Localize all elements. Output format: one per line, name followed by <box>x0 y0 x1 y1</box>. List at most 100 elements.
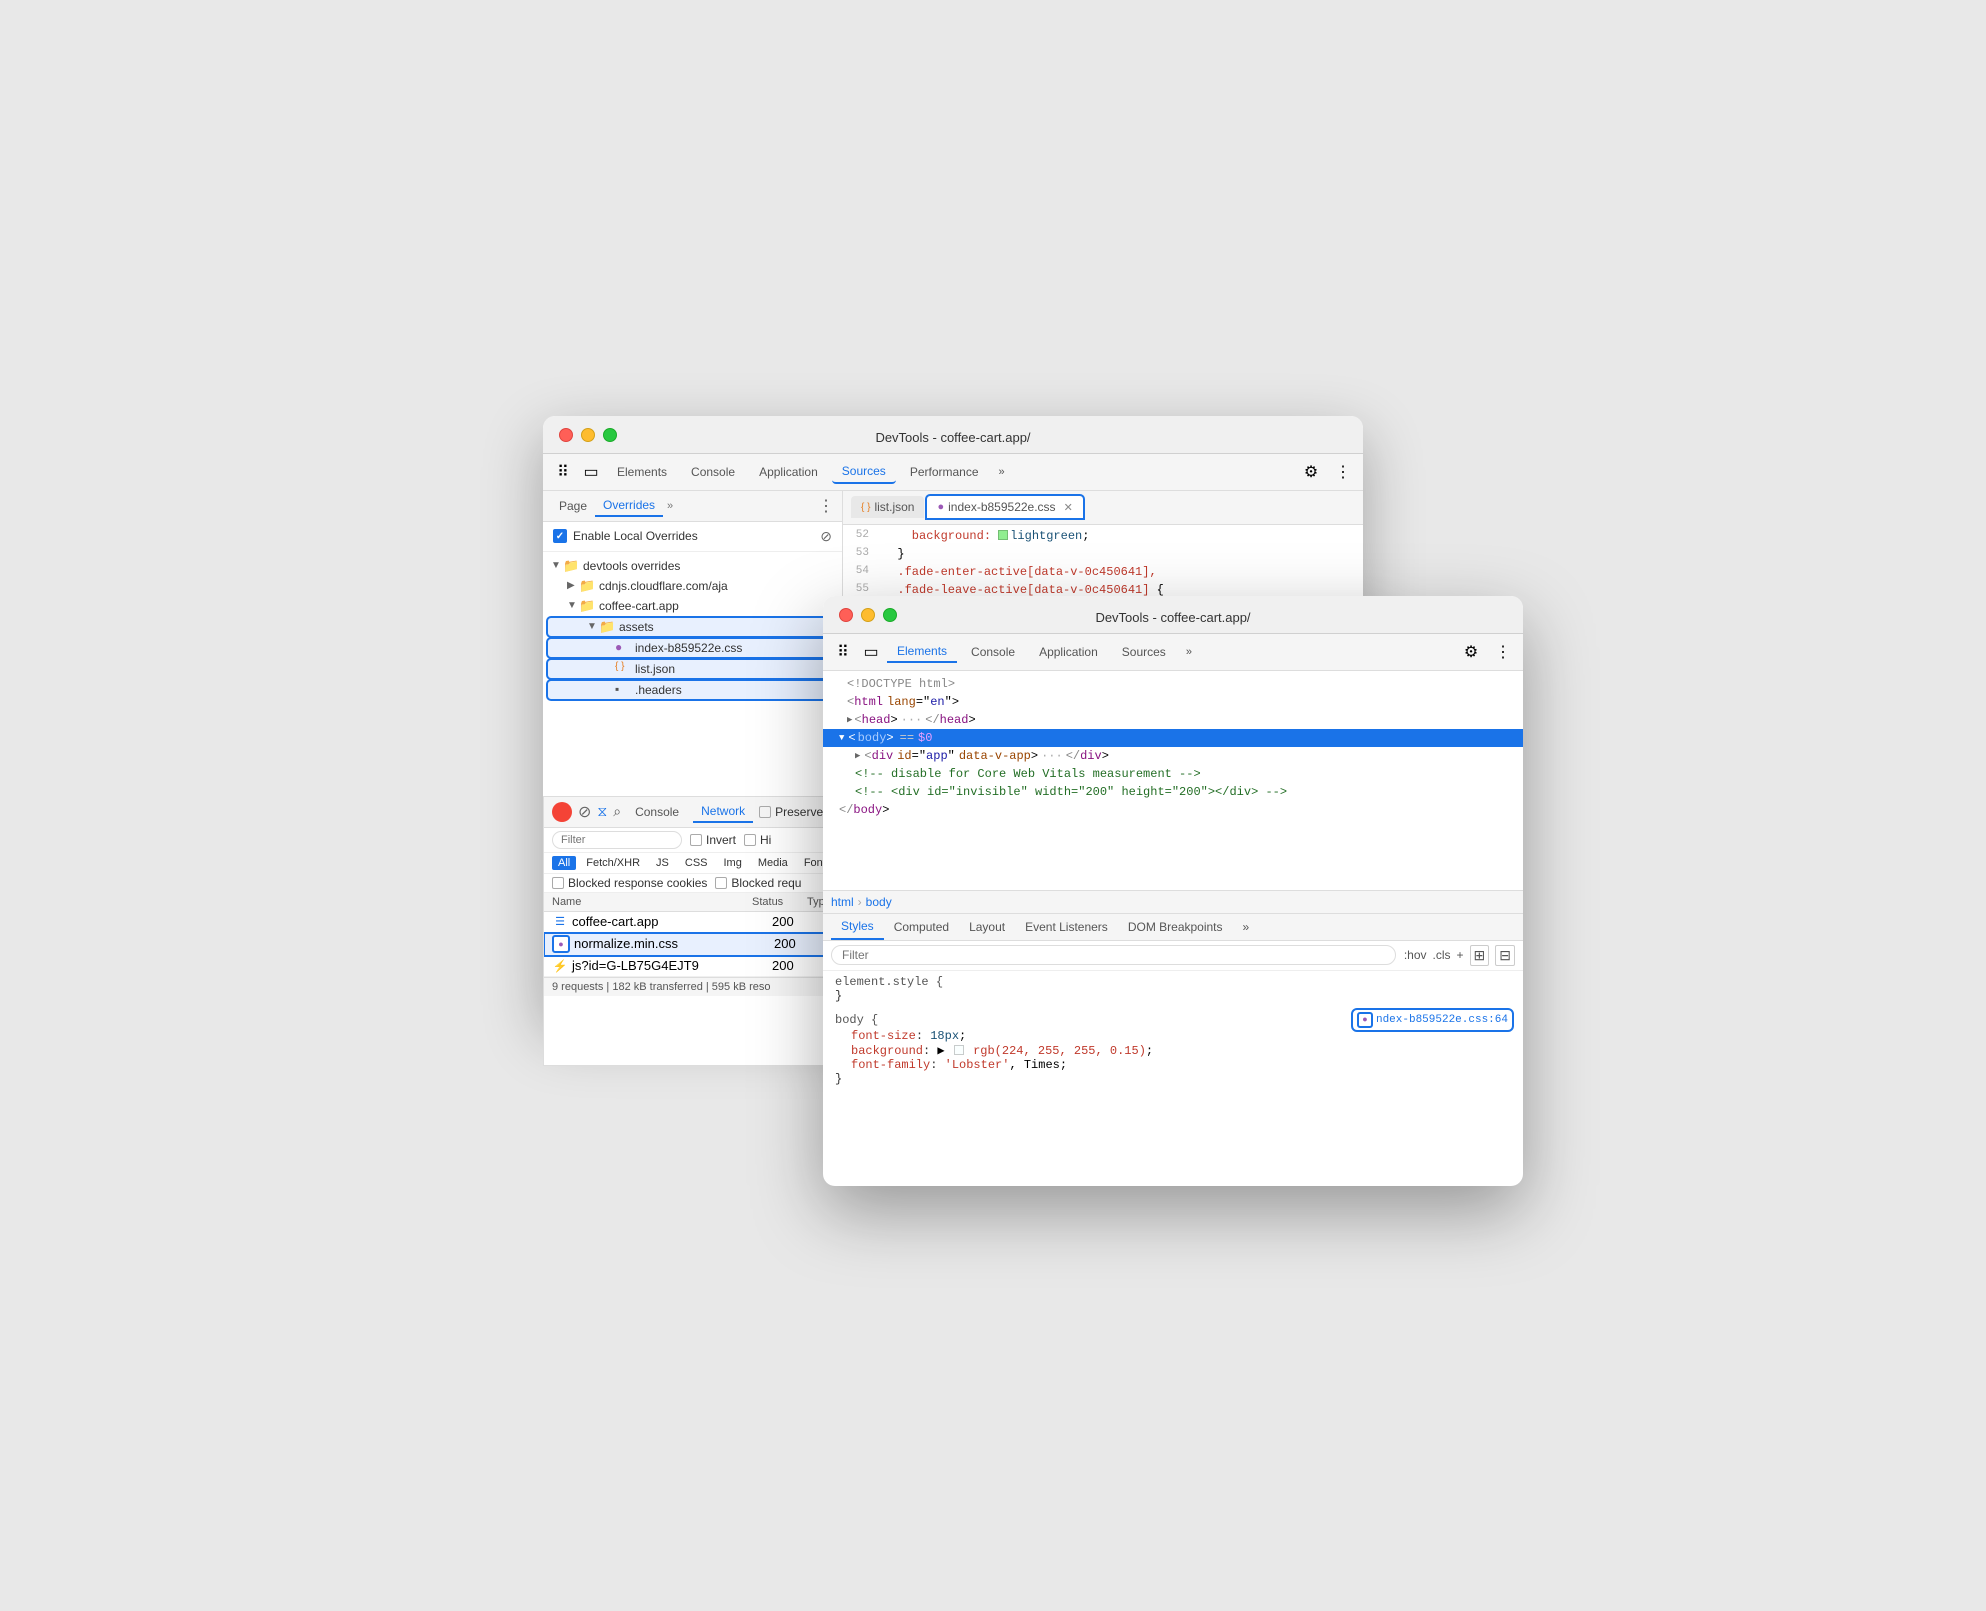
tree-item-headers[interactable]: ▶ ▪ .headers <box>547 680 838 700</box>
sidebar-more-btn[interactable]: » <box>667 500 673 512</box>
styles-tab-computed[interactable]: Computed <box>884 915 959 939</box>
tree-item-devtools-overrides[interactable]: ▼ 📁 devtools overrides <box>543 556 842 576</box>
filter-img[interactable]: Img <box>718 856 748 870</box>
tree-item-cdnjs[interactable]: ▶ 📁 cdnjs.cloudflare.com/aja <box>543 576 842 596</box>
tab-network[interactable]: Network <box>693 801 753 823</box>
clear-button[interactable]: ⊘ <box>578 802 591 822</box>
enable-overrides-checkbox[interactable]: ✓ <box>553 529 567 543</box>
filter-css[interactable]: CSS <box>679 856 714 870</box>
blocked-cookies-cb[interactable] <box>552 877 564 889</box>
tab-console-front[interactable]: Console <box>961 642 1025 662</box>
tree-label-json: list.json <box>635 662 830 676</box>
filter-input[interactable] <box>552 831 682 849</box>
styles-tab-layout[interactable]: Layout <box>959 915 1015 939</box>
tab-elements[interactable]: Elements <box>607 461 677 483</box>
no-entry-icon[interactable]: ⊘ <box>820 528 832 545</box>
styles-tab-events[interactable]: Event Listeners <box>1015 915 1118 939</box>
tab-sources-front[interactable]: Sources <box>1112 642 1176 662</box>
filter-icon[interactable]: ⧖ <box>597 803 607 820</box>
front-inspect-icon[interactable]: ⠿ <box>831 640 855 664</box>
dom-body-close[interactable]: </body> <box>823 801 1523 819</box>
front-more-tabs[interactable]: » <box>1180 644 1198 660</box>
minimize-button[interactable] <box>581 428 595 442</box>
tree-item-css[interactable]: ▶ ● index-b859522e.css <box>547 638 838 658</box>
blocked-cookies-label: Blocked response cookies <box>568 876 707 890</box>
row-name-js: js?id=G-LB75G4EJT9 <box>572 958 772 973</box>
front-close-button[interactable] <box>839 608 853 622</box>
filter-fetchxhr[interactable]: Fetch/XHR <box>580 856 646 870</box>
new-style-rule-btn[interactable]: ⊞ <box>1470 945 1490 966</box>
invert-row: Invert <box>690 833 736 847</box>
body-style-rule: body { ● ndex-b859522e.css:64 font-size:… <box>823 1007 1523 1090</box>
plain-file-icon: ▪ <box>615 682 631 698</box>
hov-btn[interactable]: :hov <box>1404 948 1427 962</box>
source-tab-json[interactable]: { } list.json <box>851 496 924 518</box>
record-button[interactable] <box>552 802 572 822</box>
blocked-req-cb[interactable] <box>715 877 727 889</box>
front-more-menu-icon[interactable]: ⋮ <box>1491 640 1515 664</box>
inspect-icon[interactable]: ⠿ <box>551 460 575 484</box>
breadcrumb-html[interactable]: html <box>831 895 854 909</box>
close-tab-icon[interactable]: ✕ <box>1064 501 1073 514</box>
search-icon[interactable]: ⌕ <box>613 803 621 820</box>
styles-tab-more[interactable]: » <box>1233 915 1260 939</box>
breadcrumb-body[interactable]: body <box>866 895 892 909</box>
tab-performance[interactable]: Performance <box>900 461 989 483</box>
front-minimize-button[interactable] <box>861 608 875 622</box>
settings-icon[interactable]: ⚙ <box>1299 460 1323 484</box>
filter-all[interactable]: All <box>552 856 576 870</box>
close-button[interactable] <box>559 428 573 442</box>
tab-application[interactable]: Application <box>749 461 828 483</box>
doc-icon: ☰ <box>552 914 568 930</box>
hi-label: Hi <box>760 833 771 847</box>
tab-application-front[interactable]: Application <box>1029 642 1108 662</box>
source-file-link[interactable]: ● ndex-b859522e.css:64 <box>1354 1011 1511 1029</box>
dom-comment2[interactable]: <!-- <div id="invisible" width="200" hei… <box>823 783 1523 801</box>
dom-body-selected[interactable]: ▼ <body> == $0 <box>823 729 1523 747</box>
source-tab-css[interactable]: ● index-b859522e.css ✕ <box>926 495 1083 519</box>
dom-comment1[interactable]: <!-- disable for Core Web Vitals measure… <box>823 765 1523 783</box>
invert-checkbox[interactable] <box>690 834 702 846</box>
css-icon-normalize: ● <box>552 935 570 953</box>
front-settings-icon[interactable]: ⚙ <box>1459 640 1483 664</box>
cls-btn[interactable]: .cls <box>1433 948 1451 962</box>
tab-console[interactable]: Console <box>681 461 745 483</box>
styles-rules-panel: element.style { } body { ● ndex-b859522e… <box>823 971 1523 1186</box>
tree-item-assets[interactable]: ▼ 📁 assets <box>547 617 838 637</box>
tab-sources[interactable]: Sources <box>832 460 896 484</box>
more-menu-icon[interactable]: ⋮ <box>1331 460 1355 484</box>
front-device-icon[interactable]: ▭ <box>859 640 883 664</box>
filter-media[interactable]: Media <box>752 856 794 870</box>
dom-div-app[interactable]: ▶ <div id="app" data-v-app> ··· </div> <box>823 747 1523 765</box>
preserve-log-checkbox[interactable] <box>759 806 771 818</box>
styles-tab-bar: Styles Computed Layout Event Listeners D… <box>823 914 1523 941</box>
sidebar-tab-page[interactable]: Page <box>551 496 595 516</box>
sidebar-menu-btn[interactable]: ⋮ <box>818 496 834 516</box>
tree-label: devtools overrides <box>583 559 834 573</box>
dom-head[interactable]: ▶ <head> ··· </head> <box>823 711 1523 729</box>
tree-item-json[interactable]: ▶ { } list.json <box>547 659 838 679</box>
background-color-swatch <box>954 1045 964 1055</box>
row-status-coffee: 200 <box>772 914 827 929</box>
maximize-button[interactable] <box>603 428 617 442</box>
styles-tab-dom-bp[interactable]: DOM Breakpoints <box>1118 915 1233 939</box>
styles-tab-styles[interactable]: Styles <box>831 914 884 940</box>
hi-checkbox[interactable] <box>744 834 756 846</box>
dom-doctype[interactable]: <!DOCTYPE html> <box>823 675 1523 693</box>
sidebar-tab-overrides[interactable]: Overrides <box>595 495 663 517</box>
more-tabs[interactable]: » <box>993 464 1011 480</box>
filter-js[interactable]: JS <box>650 856 675 870</box>
blocked-cookies-row: Blocked response cookies <box>552 876 707 890</box>
blocked-req-label: Blocked requ <box>731 876 801 890</box>
prop-background: background <box>851 1044 923 1058</box>
computed-sidebar-btn[interactable]: ⊟ <box>1495 945 1515 966</box>
doctype-text: <!DOCTYPE html> <box>847 677 955 691</box>
tree-item-coffee-cart[interactable]: ▼ 📁 coffee-cart.app <box>543 596 842 616</box>
device-icon[interactable]: ▭ <box>579 460 603 484</box>
styles-filter-input[interactable] <box>831 945 1396 965</box>
front-maximize-button[interactable] <box>883 608 897 622</box>
tab-console-net[interactable]: Console <box>627 802 687 822</box>
dom-html[interactable]: <html lang="en"> <box>823 693 1523 711</box>
add-rule-btn[interactable]: + <box>1457 948 1464 962</box>
tab-elements-front[interactable]: Elements <box>887 641 957 663</box>
